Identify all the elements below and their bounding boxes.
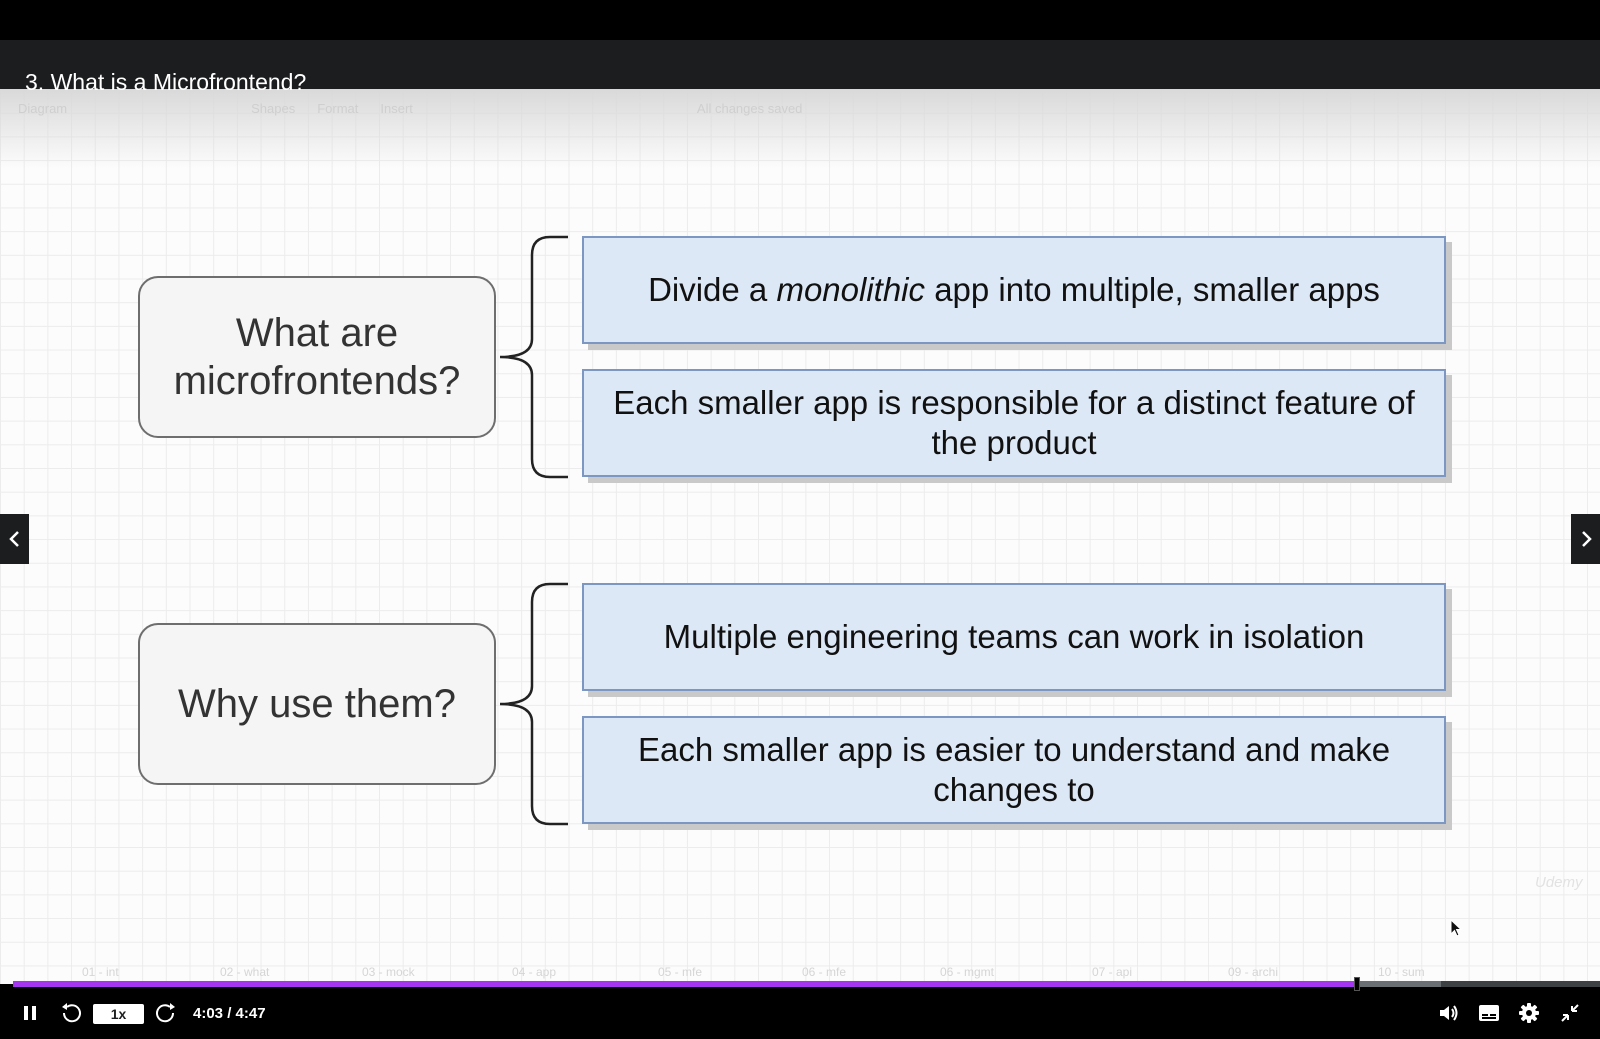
- question-why-text: Why use them?: [178, 682, 456, 726]
- curly-brace-1: [499, 235, 568, 479]
- answer-box-isolation: Multiple engineering teams can work in i…: [582, 583, 1446, 691]
- player-control-bar: 1x 4:03 / 4:47: [0, 987, 1600, 1039]
- rewind-5s-button[interactable]: [57, 987, 85, 1039]
- answer-box-easier: Each smaller app is easier to understand…: [582, 716, 1446, 824]
- answer-isolation-text: Multiple engineering teams can work in i…: [663, 618, 1365, 655]
- exit-fullscreen-icon: [1561, 1004, 1579, 1022]
- pause-button[interactable]: [16, 987, 44, 1039]
- page-tab-3: 03 - mock: [362, 965, 415, 979]
- captions-icon: [1479, 1005, 1499, 1021]
- page-tab-4: 04 - app: [512, 965, 557, 979]
- udemy-watermark: Udemy: [1535, 874, 1583, 891]
- page-tab-2: 02 - what: [220, 965, 270, 979]
- editor-toolbar-faded: Diagram Shapes Format Insert All changes…: [18, 101, 802, 116]
- progress-played: [13, 981, 1357, 987]
- video-frame: Diagram Shapes Format Insert All changes…: [0, 89, 1600, 984]
- question-box-why: Why use them?: [138, 623, 496, 785]
- volume-button[interactable]: [1434, 987, 1464, 1039]
- answer-easier-text: Each smaller app is easier to understand…: [637, 731, 1391, 808]
- answer-box-distinct-feature: Each smaller app is responsible for a di…: [582, 369, 1446, 477]
- answer-box-divide: Divide a monolithic app into multiple, s…: [582, 236, 1446, 344]
- answer-divide-prefix: Divide a: [648, 271, 777, 308]
- page-tab-1: 01 - int: [82, 965, 119, 979]
- menu-diagram: Diagram: [18, 101, 68, 116]
- playback-speed-button[interactable]: 1x: [93, 1004, 144, 1024]
- previous-lecture-button[interactable]: [0, 514, 29, 564]
- save-status: All changes saved: [696, 101, 803, 116]
- question-what-line2: microfrontends?: [173, 359, 461, 403]
- volume-icon: [1440, 1005, 1458, 1021]
- settings-button[interactable]: [1514, 987, 1544, 1039]
- pause-icon: [24, 1006, 36, 1020]
- chevron-left-icon: [8, 531, 19, 547]
- page-tab-10: 10 - sum: [1378, 965, 1425, 979]
- page-tab-7: 06 - mgmt: [940, 965, 995, 979]
- lecture-title: 3. What is a Microfrontend?: [25, 69, 307, 95]
- forward-icon: [156, 1003, 175, 1023]
- page-tab-5: 05 - mfe: [658, 965, 703, 979]
- answer-distinct-feature-text: Each smaller app is responsible for a di…: [613, 384, 1415, 461]
- page-tab-6: 06 - mfe: [802, 965, 847, 979]
- progress-scrubber-handle[interactable]: [1353, 977, 1360, 991]
- page-tab-9: 09 - archi: [1228, 965, 1279, 979]
- forward-5s-button[interactable]: [152, 987, 180, 1039]
- video-progress-bar[interactable]: [13, 977, 1600, 991]
- question-box-what: What are microfrontends?: [138, 276, 496, 438]
- next-lecture-button[interactable]: [1571, 514, 1600, 564]
- curly-brace-2: [499, 582, 568, 826]
- mouse-cursor-icon: [1450, 919, 1463, 937]
- captions-button[interactable]: [1474, 987, 1504, 1039]
- menu-insert: Insert: [380, 101, 413, 116]
- rewind-icon: [62, 1003, 81, 1023]
- answer-divide-emphasis: monolithic: [776, 271, 926, 308]
- menu-format: Format: [317, 101, 359, 116]
- diagram-page-tabs-faded: 01 - int 02 - what 03 - mock 04 - app 05 - m…: [0, 963, 1600, 983]
- menu-shapes: Shapes: [251, 101, 296, 116]
- answer-divide-suffix: app into multiple, smaller apps: [925, 271, 1380, 308]
- page-tab-8: 07 - api: [1092, 965, 1133, 979]
- playback-time: 4:03 / 4:47: [193, 1005, 266, 1022]
- chevron-right-icon: [1581, 531, 1592, 547]
- question-what-line1: What are: [235, 311, 399, 355]
- exit-fullscreen-button[interactable]: [1555, 987, 1585, 1039]
- gear-icon: [1519, 1003, 1539, 1023]
- video-top-bar: [0, 0, 1600, 40]
